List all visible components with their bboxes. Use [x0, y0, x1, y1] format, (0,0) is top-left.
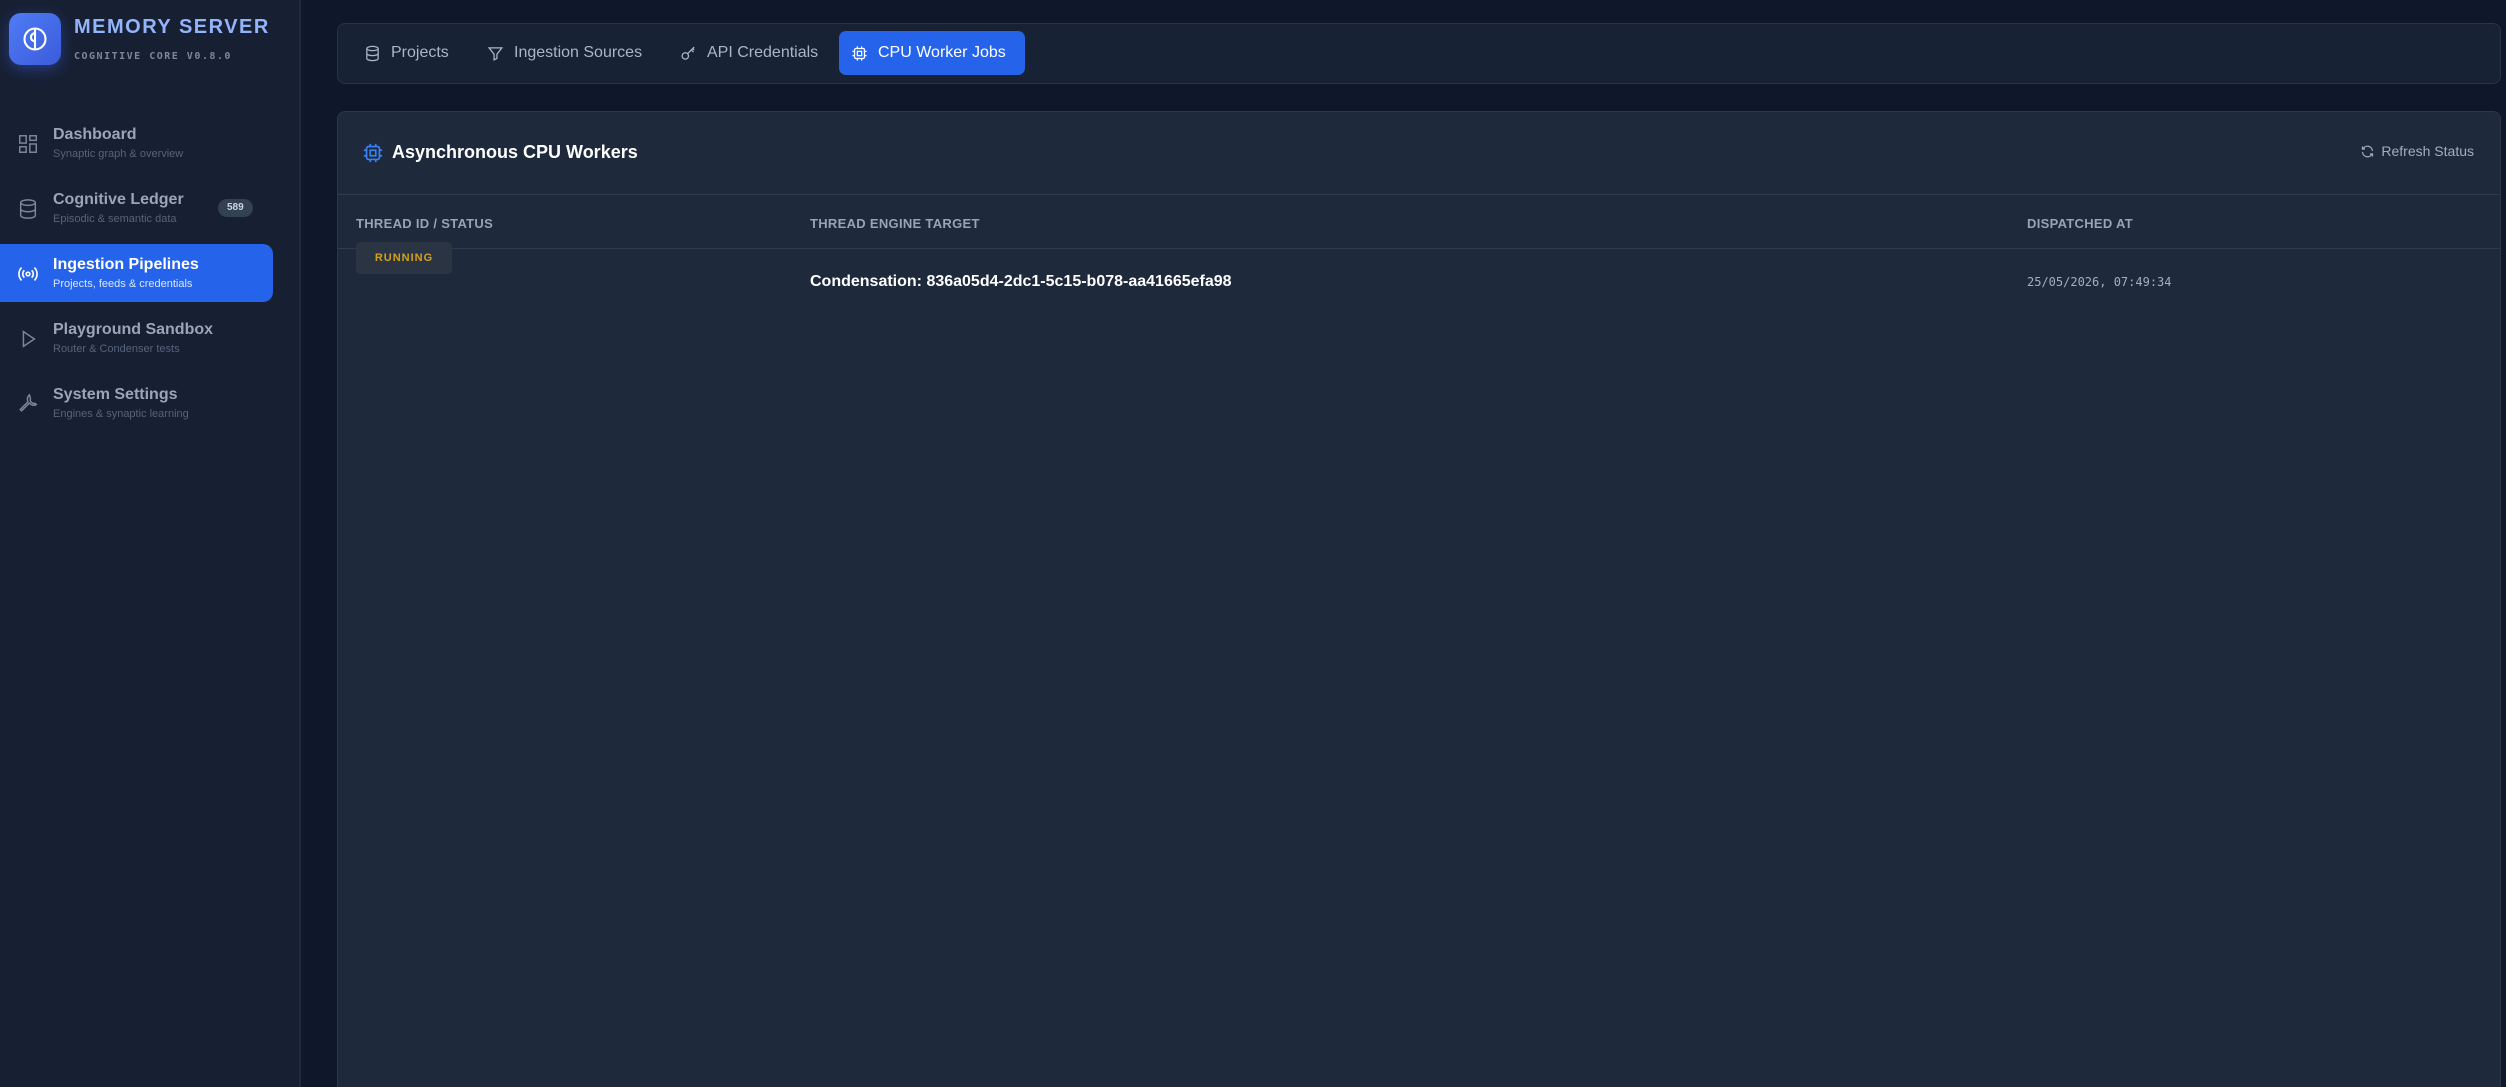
brand-version: COGNITIVE CORE V0.8.0 — [74, 51, 232, 62]
panel-title: Asynchronous CPU Workers — [392, 142, 638, 162]
wrench-icon — [19, 393, 38, 412]
sidebar-item-cognitive-ledger[interactable]: Cognitive Ledger Episodic & semantic dat… — [0, 179, 273, 237]
engine-target-cell: Condensation: 836a05d4-2dc1-5c15-b078-aa… — [810, 273, 1232, 290]
column-header-engine-target: THREAD ENGINE TARGET — [810, 216, 980, 231]
status-badge: RUNNING — [356, 242, 452, 274]
sidebar-item-label: Dashboard — [53, 126, 137, 143]
sidebar-item-label: System Settings — [53, 386, 178, 403]
sidebar-item-desc: Router & Condenser tests — [53, 343, 180, 355]
tab-projects[interactable]: Projects — [352, 31, 461, 75]
brand-title: MEMORY SERVER — [74, 16, 270, 38]
sidebar-item-desc: Synaptic graph & overview — [53, 148, 184, 160]
sidebar-item-playground-sandbox[interactable]: Playground Sandbox Router & Condenser te… — [0, 309, 273, 367]
column-header-dispatched-at: DISPATCHED AT — [2027, 216, 2133, 231]
tab-cpu-worker-jobs[interactable]: CPU Worker Jobs — [839, 31, 1025, 75]
table-row[interactable] — [338, 250, 2500, 316]
play-icon — [22, 330, 36, 348]
cpu-workers-panel: Asynchronous CPU Workers Refresh Status … — [337, 111, 2501, 1087]
count-badge: 589 — [218, 199, 253, 217]
tab-label: Ingestion Sources — [514, 44, 643, 61]
database-icon — [19, 199, 37, 219]
sidebar-item-system-settings[interactable]: System Settings Engines & synaptic learn… — [0, 374, 273, 432]
panel-header: Asynchronous CPU Workers Refresh Status — [338, 112, 2500, 195]
sidebar-nav: Dashboard Synaptic graph & overview Cogn… — [0, 114, 273, 439]
sidebar: MEMORY SERVER COGNITIVE CORE V0.8.0 Dash… — [0, 0, 301, 1087]
tab-label: API Credentials — [707, 44, 819, 61]
brain-logo-icon — [9, 13, 61, 65]
sidebar-item-label: Ingestion Pipelines — [53, 256, 199, 273]
filter-icon — [487, 46, 504, 61]
tab-label: CPU Worker Jobs — [878, 44, 1006, 61]
brand: MEMORY SERVER COGNITIVE CORE V0.8.0 — [9, 13, 270, 65]
key-icon — [681, 46, 695, 60]
database-icon — [366, 45, 379, 61]
sidebar-item-desc: Projects, feeds & credentials — [53, 278, 193, 290]
cpu-icon — [852, 45, 867, 61]
table-header: THREAD ID / STATUS THREAD ENGINE TARGET … — [338, 196, 2500, 249]
grid-icon — [19, 135, 37, 153]
sidebar-item-ingestion-pipelines[interactable]: Ingestion Pipelines Projects, feeds & cr… — [0, 244, 273, 302]
tab-bar: Projects Ingestion Sources API Credentia… — [337, 23, 2501, 84]
sidebar-item-dashboard[interactable]: Dashboard Synaptic graph & overview — [0, 114, 273, 172]
column-header-thread-status: THREAD ID / STATUS — [356, 216, 494, 231]
refresh-icon — [2362, 145, 2374, 157]
cpu-icon — [363, 143, 383, 163]
sidebar-item-desc: Episodic & semantic data — [53, 213, 177, 225]
tab-ingestion-sources[interactable]: Ingestion Sources — [475, 31, 655, 75]
tab-api-credentials[interactable]: API Credentials — [668, 31, 828, 75]
refresh-status-button[interactable]: Refresh Status — [2360, 143, 2474, 159]
broadcast-icon — [18, 267, 38, 281]
sidebar-item-label: Cognitive Ledger — [53, 191, 184, 208]
sidebar-item-desc: Engines & synaptic learning — [53, 408, 189, 420]
refresh-label: Refresh Status — [2381, 143, 2474, 159]
sidebar-item-label: Playground Sandbox — [53, 321, 214, 338]
tab-label: Projects — [391, 44, 449, 61]
dispatched-at-cell: 25/05/2026, 07:49:34 — [2027, 275, 2172, 289]
